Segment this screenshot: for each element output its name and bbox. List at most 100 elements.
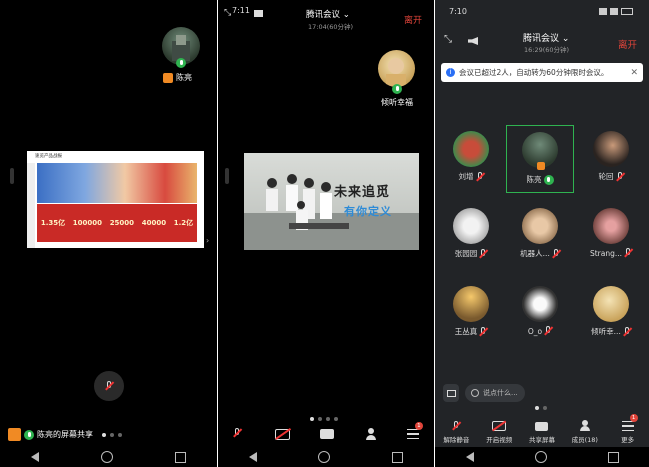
camera-off-icon (492, 420, 507, 431)
participant-tile[interactable]: 张园园 (440, 202, 502, 264)
mic-muted-icon (479, 248, 487, 259)
page-dots (102, 433, 122, 437)
speaker-icon[interactable] (468, 37, 478, 45)
home-icon[interactable] (101, 451, 113, 463)
participant-name: 刘增 (458, 172, 474, 181)
mic-toggle-button[interactable] (94, 371, 124, 401)
close-icon[interactable]: ✕ (630, 68, 638, 78)
share-screen-button[interactable]: 共享屏幕 (522, 422, 562, 444)
mic-muted-icon (624, 248, 632, 258)
start-video-button[interactable]: 开启视频 (479, 420, 519, 444)
participant-name: 倾听幸... (591, 327, 621, 336)
more-menu-icon: 1 (621, 414, 638, 431)
participant-avatar (453, 286, 489, 322)
back-icon[interactable] (465, 452, 474, 462)
participant-name: 轮回 (598, 172, 614, 181)
speaker-avatar[interactable] (378, 50, 415, 87)
slide-number-2: 100000 (72, 219, 103, 227)
next-page-icon[interactable]: › (206, 236, 209, 245)
camera-off-icon[interactable] (275, 427, 292, 440)
participant-avatar (453, 208, 489, 244)
mic-muted-icon (105, 381, 113, 391)
shared-screen[interactable]: 速览产品战报 1.35亿 100000 25000 40000 1.2亿 (27, 151, 204, 248)
left-handle[interactable] (10, 168, 14, 184)
page-dot (535, 406, 539, 410)
left-handle[interactable] (225, 168, 229, 184)
phone-gallery-view: 7:10 ⤡ 腾讯会议 ⌄ 16:29(60分钟) 离开 i 会议已超过2人，自… (435, 0, 649, 467)
page-dot (118, 433, 122, 437)
meeting-title[interactable]: 腾讯会议 ⌄ (306, 8, 350, 20)
notice-text: 会议已超过2人，自动转为60分钟限时会议。 (459, 68, 609, 77)
collapse-icon[interactable]: ⤡ (444, 34, 452, 45)
more-button[interactable]: 1 更多 (608, 414, 648, 444)
participant-tile[interactable]: Strang... (580, 202, 642, 264)
meeting-timer: 16:29(60分钟) (524, 46, 570, 54)
video-people (244, 174, 419, 250)
mic-active-icon (543, 174, 554, 185)
leave-button[interactable]: 离开 (618, 37, 637, 51)
chat-settings-button[interactable] (443, 384, 459, 402)
mic-muted-icon (476, 171, 484, 182)
video-slogan-2: 有你定义 (344, 205, 392, 218)
participant-tile[interactable]: 倾听幸... (580, 280, 642, 342)
participant-tile[interactable]: O_o (509, 280, 571, 342)
participant-name: O_o (527, 326, 543, 336)
members-button[interactable]: 成员(18) (565, 420, 605, 444)
home-icon[interactable] (318, 451, 331, 463)
slide-red-strip: 1.35亿 100000 25000 40000 1.2亿 (37, 204, 197, 242)
chat-settings-icon (446, 389, 456, 397)
home-icon[interactable] (534, 451, 547, 463)
slide-number-1: 1.35亿 (40, 219, 66, 227)
meeting-timer: 17:04(60分钟) (308, 23, 354, 31)
mic-muted-icon (479, 326, 487, 337)
chat-input[interactable]: 说点什么... (465, 384, 525, 402)
mic-muted-icon[interactable] (233, 428, 245, 440)
page-dot (102, 433, 106, 437)
slide-title: 速览产品战报 (35, 154, 62, 159)
status-time: 7:11 (232, 6, 250, 15)
participant-name: Strang... (589, 248, 623, 258)
more-badge: 1 (629, 414, 638, 422)
participant-name: 王丛真 (454, 327, 478, 336)
participant-tile[interactable]: 刘增 (440, 125, 502, 187)
participant-tile[interactable]: 轮回 (580, 125, 642, 187)
recents-icon[interactable] (392, 451, 404, 463)
unmute-button[interactable]: 解除静音 (436, 421, 476, 444)
mic-muted-icon (544, 326, 552, 336)
participant-avatar (593, 286, 629, 322)
share-screen-icon[interactable] (320, 429, 335, 439)
recents-icon[interactable] (175, 451, 186, 463)
participant-name: 陈亮 (526, 175, 542, 184)
more-menu-icon[interactable]: 1 (406, 422, 423, 439)
participant-avatar (593, 131, 629, 167)
collapse-icon[interactable]: ⤡ (224, 8, 231, 18)
mic-muted-icon (616, 171, 624, 182)
back-icon[interactable] (31, 452, 39, 462)
recents-icon[interactable] (607, 451, 619, 463)
speaker-name: 倾听幸福 (381, 98, 413, 107)
share-mic-icon (24, 429, 34, 440)
participant-tile[interactable]: 机器人... (509, 202, 571, 264)
bottom-toolbar: 解除静音 开启视频 共享屏幕 成员(18) 1 更多 (435, 414, 649, 447)
shared-video[interactable]: 未来追觅 有你定义 (244, 153, 419, 250)
host-icon (163, 72, 173, 83)
status-icons (599, 8, 635, 15)
participant-tile[interactable]: 王丛真 (440, 280, 502, 342)
back-icon[interactable] (248, 452, 257, 462)
slide-number-5: 1.2亿 (173, 219, 194, 227)
presenter-name-tag: 陈亮 (163, 72, 192, 83)
emoji-icon (471, 389, 479, 397)
speaker-icon[interactable] (254, 10, 263, 17)
participant-tile-active[interactable]: 陈亮 (506, 125, 574, 193)
participant-avatar (453, 131, 489, 167)
page-dots (535, 406, 547, 410)
phone-screen-share-view: 陈亮 速览产品战报 1.35亿 100000 25000 40000 1.2亿 … (0, 0, 217, 467)
participant-avatar (593, 208, 629, 244)
speaker-mic-icon (392, 84, 402, 94)
participant-avatar (522, 286, 558, 322)
host-icon (537, 162, 545, 170)
meeting-title[interactable]: 腾讯会议 ⌄ (523, 31, 569, 44)
leave-button[interactable]: 离开 (404, 13, 422, 26)
participant-avatar (522, 208, 558, 244)
members-icon[interactable] (365, 428, 377, 440)
